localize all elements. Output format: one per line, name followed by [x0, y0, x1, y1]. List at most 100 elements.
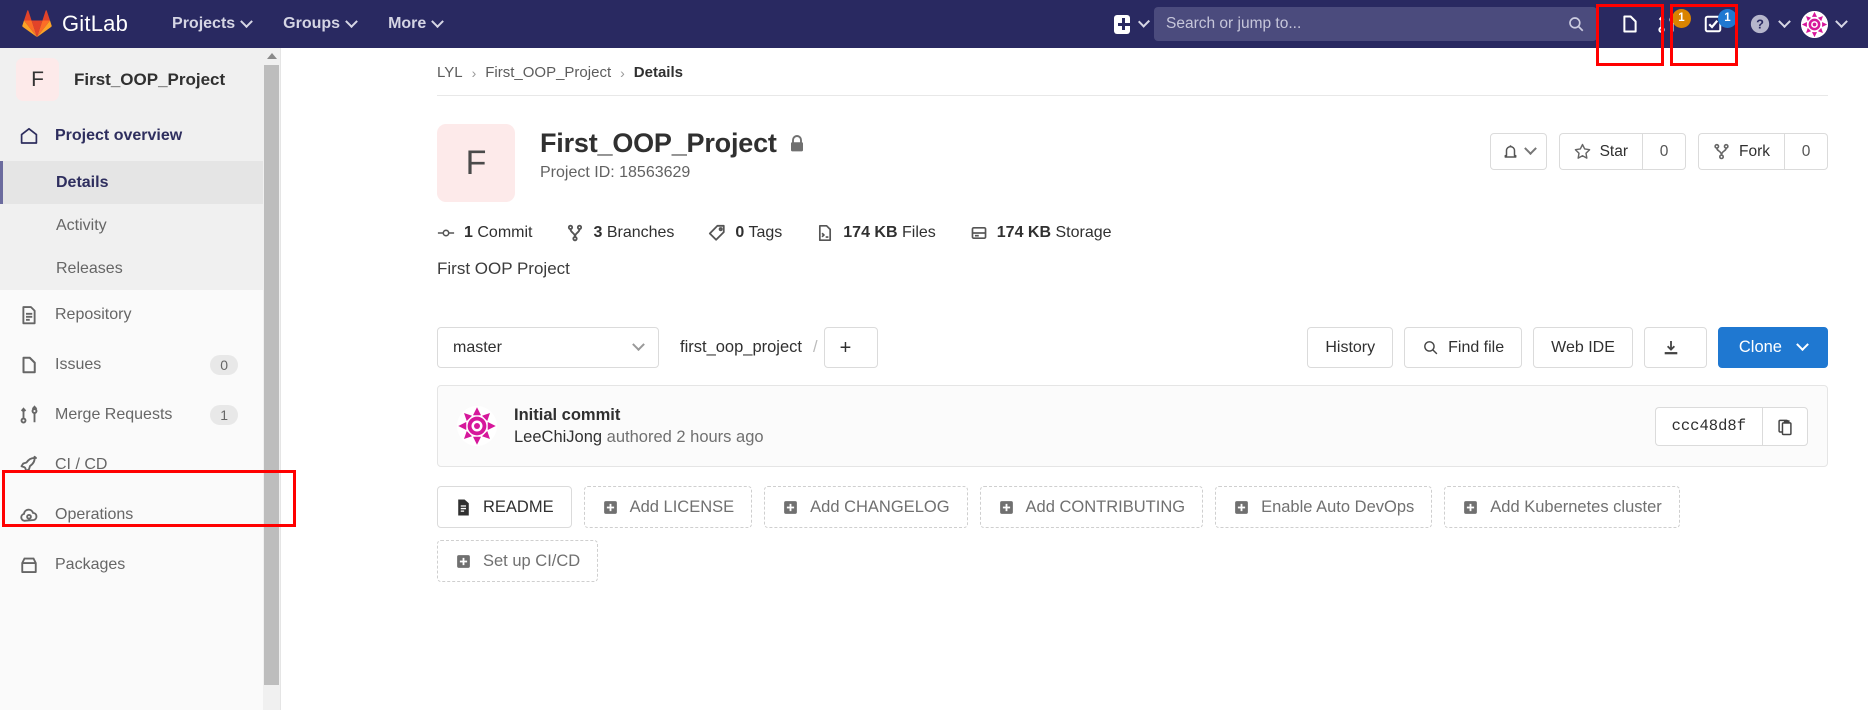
fork-button[interactable]: Fork	[1698, 133, 1784, 170]
quick-action-readme[interactable]: README	[437, 486, 572, 528]
sidebar-scrollbar-thumb[interactable]	[264, 65, 279, 685]
breadcrumb-separator-icon: ›	[620, 64, 625, 81]
project-sidebar: F First_OOP_Project Project overview Det…	[0, 48, 281, 710]
sidebar-item-details[interactable]: Details	[0, 161, 280, 204]
commit-time: authored 2 hours ago	[606, 427, 764, 446]
navbar-help-button[interactable]: ?	[1743, 0, 1795, 48]
navbar-user-menu[interactable]	[1795, 0, 1852, 48]
download-icon	[1664, 340, 1678, 354]
star-count[interactable]: 0	[1642, 133, 1686, 170]
web-ide-label: Web IDE	[1551, 338, 1615, 356]
stat-tags[interactable]: 0 Tags	[708, 224, 782, 242]
quick-action-enable-auto-devops[interactable]: Enable Auto DevOps	[1215, 486, 1433, 528]
find-file-button[interactable]: Find file	[1404, 327, 1523, 368]
question-circle-icon: ?	[1750, 14, 1770, 34]
commit-meta: LeeChiJong authored 2 hours ago	[514, 428, 764, 447]
add-to-tree-button[interactable]: +	[823, 327, 879, 368]
quick-action-add-contributing[interactable]: Add CONTRIBUTING	[979, 486, 1204, 528]
sidebar-item-activity[interactable]: Activity	[0, 204, 280, 247]
chevron-down-icon	[240, 14, 254, 28]
stat-files[interactable]: 174 KB Files	[816, 224, 936, 242]
chevron-down-icon	[345, 14, 358, 28]
plus-square-icon	[1114, 14, 1131, 34]
navbar-todos-button[interactable]: 1	[1697, 0, 1743, 48]
chevron-down-icon	[1138, 15, 1151, 28]
sidebar-item-ci-cd[interactable]: CI / CD	[0, 440, 280, 490]
project-description: First OOP Project	[437, 259, 570, 278]
fork-button-group: Fork 0	[1698, 133, 1828, 170]
breadcrumb-item-current: Details	[633, 64, 683, 81]
quick-action-enable-auto-devops-label: Enable Auto DevOps	[1261, 497, 1415, 516]
breadcrumb: LYL › First_OOP_Project › Details	[281, 48, 1868, 95]
branch-selector[interactable]: master	[437, 327, 659, 368]
commit-sha[interactable]: ccc48d8f	[1654, 406, 1762, 446]
issues-icon	[1623, 15, 1637, 33]
search-icon	[1569, 17, 1584, 32]
sidebar-item-repository[interactable]: Repository	[0, 290, 280, 340]
sidebar-label-details: Details	[56, 173, 109, 191]
nav-item-more[interactable]: More	[372, 0, 458, 48]
plus-square-icon	[457, 554, 470, 568]
main-content: LYL › First_OOP_Project › Details F Firs…	[281, 48, 1868, 710]
sidebar-item-issues[interactable]: Issues 0	[0, 340, 280, 390]
quick-action-add-changelog[interactable]: Add CHANGELOG	[764, 486, 968, 528]
chevron-down-icon	[1835, 14, 1848, 28]
plus-square-icon	[603, 500, 617, 514]
commit-author[interactable]: LeeChiJong	[514, 428, 602, 446]
plus-square-icon	[1235, 500, 1248, 514]
sidebar-item-merge-requests[interactable]: Merge Requests 1	[0, 390, 280, 440]
top-navbar: GitLab Projects Groups More Search or ju…	[0, 0, 1868, 48]
quick-action-add-kubernetes-cluster-label: Add Kubernetes cluster	[1490, 497, 1662, 516]
repository-toolbar: master first_oop_project / + History Fin…	[281, 279, 1868, 368]
stat-storage-value: 174 KB	[996, 224, 1052, 241]
nav-item-projects[interactable]: Projects	[156, 0, 267, 48]
commit-author-avatar	[457, 406, 497, 446]
star-label: Star	[1599, 142, 1628, 160]
clone-button[interactable]: Clone	[1717, 327, 1828, 368]
stat-branches[interactable]: 3 Branches	[566, 224, 674, 242]
sidebar-item-project-overview[interactable]: Project overview	[0, 111, 280, 161]
sidebar-project-header[interactable]: F First_OOP_Project	[0, 48, 280, 111]
gitlab-home-link[interactable]: GitLab	[0, 0, 134, 48]
sidebar-count-issues: 0	[210, 355, 238, 375]
commit-message[interactable]: Initial commit	[514, 406, 764, 425]
navbar-issues-button[interactable]	[1609, 0, 1651, 48]
sidebar-scrollbar[interactable]	[263, 48, 280, 710]
chevron-down-icon	[431, 14, 445, 28]
sidebar-item-releases[interactable]: Releases	[0, 247, 280, 290]
sidebar-item-operations[interactable]: Operations	[0, 490, 280, 540]
repository-toolbar-right: History Find file Web IDE Clone	[1307, 327, 1828, 368]
stat-storage-label: Storage	[1055, 224, 1112, 241]
create-new-button[interactable]	[1114, 0, 1151, 48]
sidebar-item-packages[interactable]: Packages	[0, 540, 280, 590]
quick-action-add-license[interactable]: Add LICENSE	[583, 486, 753, 528]
download-source-button[interactable]	[1643, 327, 1707, 368]
fork-icon	[1714, 143, 1729, 160]
breadcrumb-item-project[interactable]: First_OOP_Project	[485, 64, 611, 81]
path-root[interactable]: first_oop_project	[680, 338, 802, 357]
sidebar-label-operations: Operations	[55, 506, 134, 523]
star-button[interactable]: Star	[1558, 133, 1642, 170]
history-button[interactable]: History	[1307, 327, 1394, 368]
stat-storage[interactable]: 174 KB Storage	[970, 224, 1112, 242]
path-separator: /	[813, 338, 818, 356]
stat-tags-value: 0	[735, 224, 745, 241]
navbar-merge-requests-button[interactable]: 1	[1651, 0, 1697, 48]
nav-item-groups[interactable]: Groups	[267, 0, 372, 48]
sidebar-label-releases: Releases	[56, 259, 123, 277]
page-title: First_OOP_Project	[540, 128, 777, 158]
fork-count[interactable]: 0	[1784, 133, 1828, 170]
merge-request-icon	[20, 405, 38, 424]
breadcrumb-item-group[interactable]: LYL	[437, 64, 463, 81]
global-search[interactable]	[1154, 7, 1597, 41]
last-commit-panel: Initial commit LeeChiJong authored 2 hou…	[437, 385, 1828, 467]
notification-settings-button[interactable]	[1489, 133, 1547, 170]
scroll-up-arrow-icon[interactable]	[266, 53, 277, 59]
web-ide-button[interactable]: Web IDE	[1533, 327, 1633, 368]
quick-action-add-kubernetes-cluster[interactable]: Add Kubernetes cluster	[1444, 486, 1680, 528]
search-input[interactable]	[1166, 15, 1567, 33]
copy-sha-button[interactable]	[1762, 406, 1808, 446]
commit-icon	[437, 229, 455, 237]
quick-action-set-up-ci-cd[interactable]: Set up CI/CD	[437, 540, 599, 582]
stat-commits[interactable]: 1 Commit	[437, 224, 532, 242]
